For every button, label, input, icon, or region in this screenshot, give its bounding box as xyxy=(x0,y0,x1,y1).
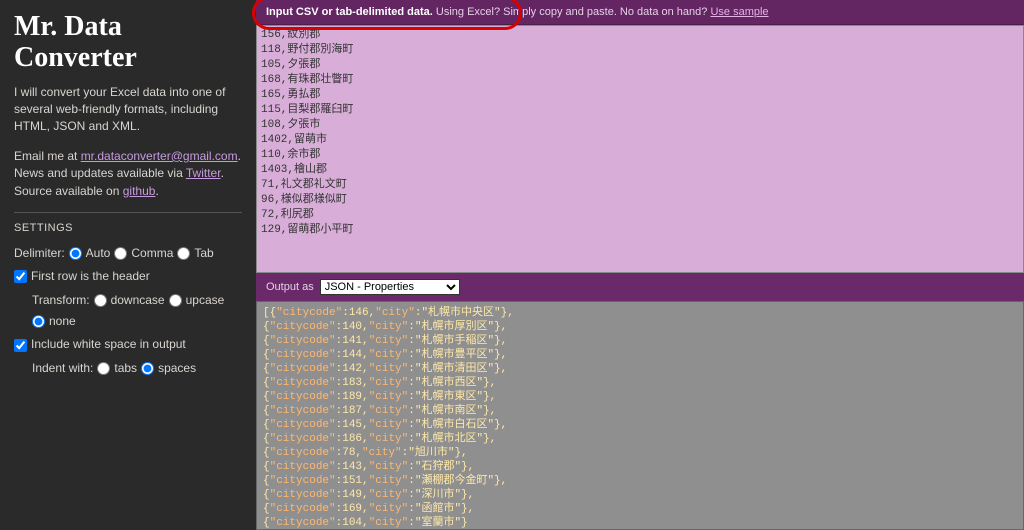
output-format-select[interactable]: JSON - Properties xyxy=(320,279,460,295)
indent-label: Indent with: xyxy=(32,360,93,377)
transform-row: Transform: downcase upcase none xyxy=(14,292,242,331)
transform-down-radio[interactable] xyxy=(94,294,107,307)
input-bar-bold: Input CSV or tab-delimited data. xyxy=(266,6,433,18)
input-textarea[interactable] xyxy=(256,25,1024,273)
main-panel: Input CSV or tab-delimited data. Using E… xyxy=(256,0,1024,530)
delimiter-row: Delimiter: Auto Comma Tab xyxy=(14,245,242,262)
intro-text: I will convert your Excel data into one … xyxy=(14,84,242,136)
output-bar: Output as JSON - Properties xyxy=(256,273,1024,301)
github-link[interactable]: github xyxy=(123,184,156,198)
whitespace-row: Include white space in output xyxy=(14,336,242,353)
indent-spaces-radio[interactable] xyxy=(141,362,154,375)
delimiter-comma-radio[interactable] xyxy=(114,247,127,260)
links-para: Email me at mr.dataconverter@gmail.com. … xyxy=(14,148,242,200)
divider xyxy=(14,212,242,213)
output-textarea[interactable]: [{"citycode":146,"city":"札幌市中央区"}, {"cit… xyxy=(256,301,1024,530)
twitter-link[interactable]: Twitter xyxy=(186,166,221,180)
sidebar: Mr. Data Converter I will convert your E… xyxy=(0,0,256,530)
output-as-label: Output as xyxy=(266,281,314,293)
input-bar: Input CSV or tab-delimited data. Using E… xyxy=(256,0,1024,25)
input-bar-text: Using Excel? Simply copy and paste. No d… xyxy=(433,6,711,18)
delimiter-auto-radio[interactable] xyxy=(69,247,82,260)
indent-tabs-radio[interactable] xyxy=(97,362,110,375)
indent-row: Indent with: tabs spaces xyxy=(14,360,242,377)
email-link[interactable]: mr.dataconverter@gmail.com xyxy=(81,149,238,163)
transform-none-radio[interactable] xyxy=(32,315,45,328)
app-title: Mr. Data Converter xyxy=(14,12,242,74)
whitespace-checkbox[interactable] xyxy=(14,339,27,352)
settings-header: SETTINGS xyxy=(14,221,242,237)
first-row-checkbox[interactable] xyxy=(14,270,27,283)
first-row-row: First row is the header xyxy=(14,268,242,285)
transform-up-radio[interactable] xyxy=(169,294,182,307)
use-sample-link[interactable]: Use sample xyxy=(710,6,768,18)
delimiter-tab-radio[interactable] xyxy=(177,247,190,260)
transform-label: Transform: xyxy=(32,292,90,309)
delimiter-label: Delimiter: xyxy=(14,245,65,262)
